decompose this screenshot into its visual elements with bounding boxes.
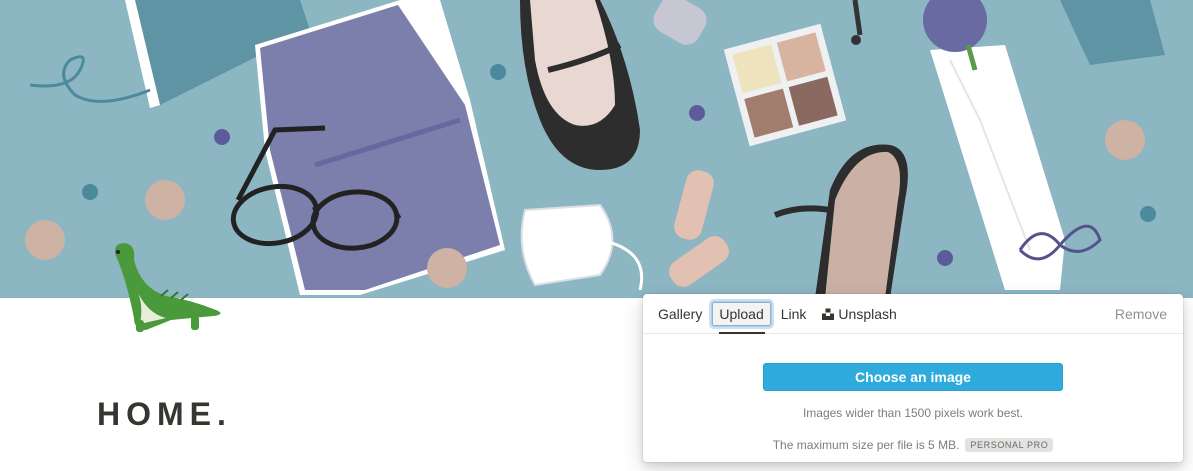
tab-gallery[interactable]: Gallery bbox=[651, 302, 709, 326]
remove-cover-button[interactable]: Remove bbox=[1107, 302, 1175, 326]
bouquet-icon bbox=[923, 0, 1102, 290]
page-icon[interactable] bbox=[96, 238, 236, 338]
size-limit-hint: The maximum size per file is 5 MB. PERSO… bbox=[643, 438, 1183, 452]
cover-image-menu: Gallery Upload Link Unsplash Remove Choo… bbox=[643, 294, 1183, 462]
face-mask-icon bbox=[520, 203, 644, 291]
notion-page: HOME. Gallery Upload Link Unsplash Remov… bbox=[0, 0, 1193, 471]
dinosaur-icon bbox=[115, 243, 221, 332]
unsplash-icon bbox=[822, 308, 835, 320]
tab-unsplash-label: Unsplash bbox=[838, 305, 897, 322]
cover-menu-tabs: Gallery Upload Link Unsplash Remove bbox=[643, 294, 1183, 334]
size-limit-text: The maximum size per file is 5 MB. bbox=[772, 438, 960, 452]
tab-link-label: Link bbox=[780, 305, 807, 322]
notebook-icon bbox=[255, 0, 505, 295]
tab-unsplash[interactable]: Unsplash bbox=[815, 302, 903, 326]
upload-panel: Choose an image Images wider than 1500 p… bbox=[643, 334, 1183, 462]
eyeshadow-palette-icon bbox=[723, 23, 847, 147]
choose-image-button[interactable]: Choose an image bbox=[763, 363, 1063, 391]
tab-upload[interactable]: Upload bbox=[711, 300, 772, 327]
page-title[interactable]: HOME. bbox=[97, 396, 232, 433]
tab-link[interactable]: Link bbox=[774, 302, 814, 326]
shoe-icon bbox=[520, 0, 640, 170]
upload-hint: Images wider than 1500 pixels work best. bbox=[802, 406, 1024, 420]
tab-upload-label: Upload bbox=[719, 305, 764, 322]
heel-icon bbox=[773, 144, 908, 298]
tab-gallery-label: Gallery bbox=[658, 305, 703, 322]
plan-badge: PERSONAL PRO bbox=[965, 438, 1054, 452]
